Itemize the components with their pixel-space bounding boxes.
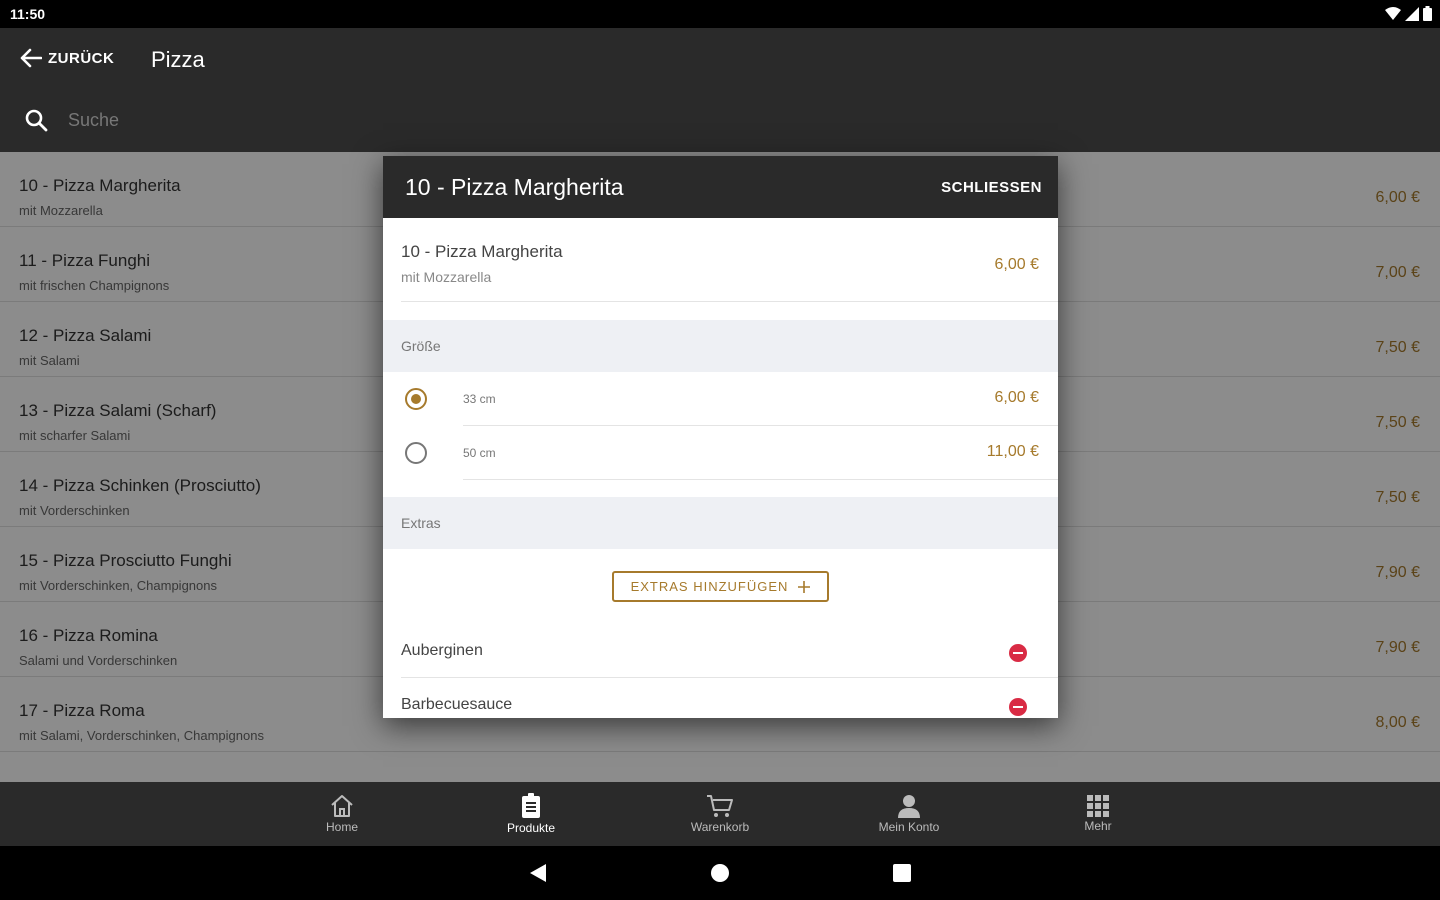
divider [463, 479, 1058, 480]
page-title: Pizza [151, 47, 205, 72]
size-option[interactable]: 33 cm 6,00 € [383, 372, 1058, 426]
radio-unselected[interactable] [405, 442, 427, 464]
size-section-header: Größe [383, 320, 1058, 372]
system-icons [1385, 6, 1432, 21]
battery-icon [1423, 6, 1432, 21]
home-icon [331, 795, 353, 817]
system-back-icon[interactable] [527, 863, 551, 883]
nav-label: Mehr [1084, 819, 1112, 833]
nav-item-mehr[interactable]: Mehr [1043, 782, 1153, 846]
search-input[interactable] [68, 109, 368, 131]
extra-item: Barbecuesauce [383, 678, 1058, 718]
status-bar: 11:50 [0, 0, 1440, 28]
nav-label: Home [325, 820, 358, 834]
product-name: 10 - Pizza Margherita [401, 242, 563, 261]
section-title: Größe [401, 338, 441, 354]
nav-label: Produkte [506, 821, 556, 835]
extra-name: Auberginen [401, 642, 483, 659]
person-icon [898, 795, 920, 818]
add-extras-button[interactable]: EXTRAS HINZUFÜGEN [612, 571, 829, 602]
nav-label: Mein Konto [878, 820, 940, 834]
size-price: 6,00 € [994, 389, 1039, 406]
size-option[interactable]: 50 cm 11,00 € [383, 426, 1058, 480]
size-label: 33 cm [463, 392, 496, 406]
app-bar: ZURÜCK Pizza [0, 28, 1440, 152]
remove-icon[interactable] [1009, 644, 1027, 662]
extra-name: Barbecuesauce [401, 696, 513, 713]
nav-item-mein-konto[interactable]: Mein Konto [854, 782, 964, 846]
product-description: mit Mozzarella [401, 269, 492, 285]
system-navigation-bar [0, 846, 1440, 900]
menu-card-icon [522, 793, 540, 818]
wifi-icon [1385, 6, 1401, 20]
grid-icon [1087, 795, 1109, 817]
nav-item-home[interactable]: Home [287, 782, 397, 846]
dialog-header: 10 - Pizza Margherita SCHLIESSEN [383, 156, 1058, 218]
nav-label: Warenkorb [690, 820, 750, 834]
remove-icon[interactable] [1009, 698, 1027, 716]
size-label: 50 cm [463, 446, 496, 460]
close-button[interactable]: SCHLIESSEN [941, 179, 1042, 196]
divider [401, 301, 1058, 302]
status-time: 11:50 [10, 6, 46, 22]
product-price: 6,00 € [994, 256, 1039, 273]
section-title: Extras [401, 515, 441, 531]
product-dialog: 10 - Pizza Margherita SCHLIESSEN 10 - Pi… [383, 156, 1058, 718]
system-recents-icon[interactable] [890, 863, 914, 883]
add-extras-label: EXTRAS HINZUFÜGEN [630, 579, 789, 594]
size-price: 11,00 € [986, 443, 1039, 460]
signal-icon [1405, 6, 1419, 21]
dialog-product-summary: 10 - Pizza Margherita mit Mozzarella 6,0… [383, 218, 1058, 302]
back-button[interactable]: ZURÜCK [20, 48, 114, 68]
arrow-left-icon [20, 48, 42, 68]
plus-icon [798, 580, 811, 593]
extras-section-header: Extras [383, 497, 1058, 549]
extra-item: Auberginen [383, 624, 1058, 678]
back-label: ZURÜCK [48, 49, 115, 67]
search-icon[interactable] [24, 108, 48, 132]
bottom-navigation: Home Produkte Warenkorb Mein Konto Mehr [0, 782, 1440, 846]
nav-item-warenkorb[interactable]: Warenkorb [665, 782, 775, 846]
system-home-icon[interactable] [708, 863, 732, 883]
nav-item-produkte[interactable]: Produkte [476, 782, 586, 846]
search-bar [24, 108, 368, 132]
dialog-title: 10 - Pizza Margherita [405, 174, 624, 200]
radio-selected[interactable] [405, 388, 427, 410]
cart-icon [707, 795, 733, 817]
